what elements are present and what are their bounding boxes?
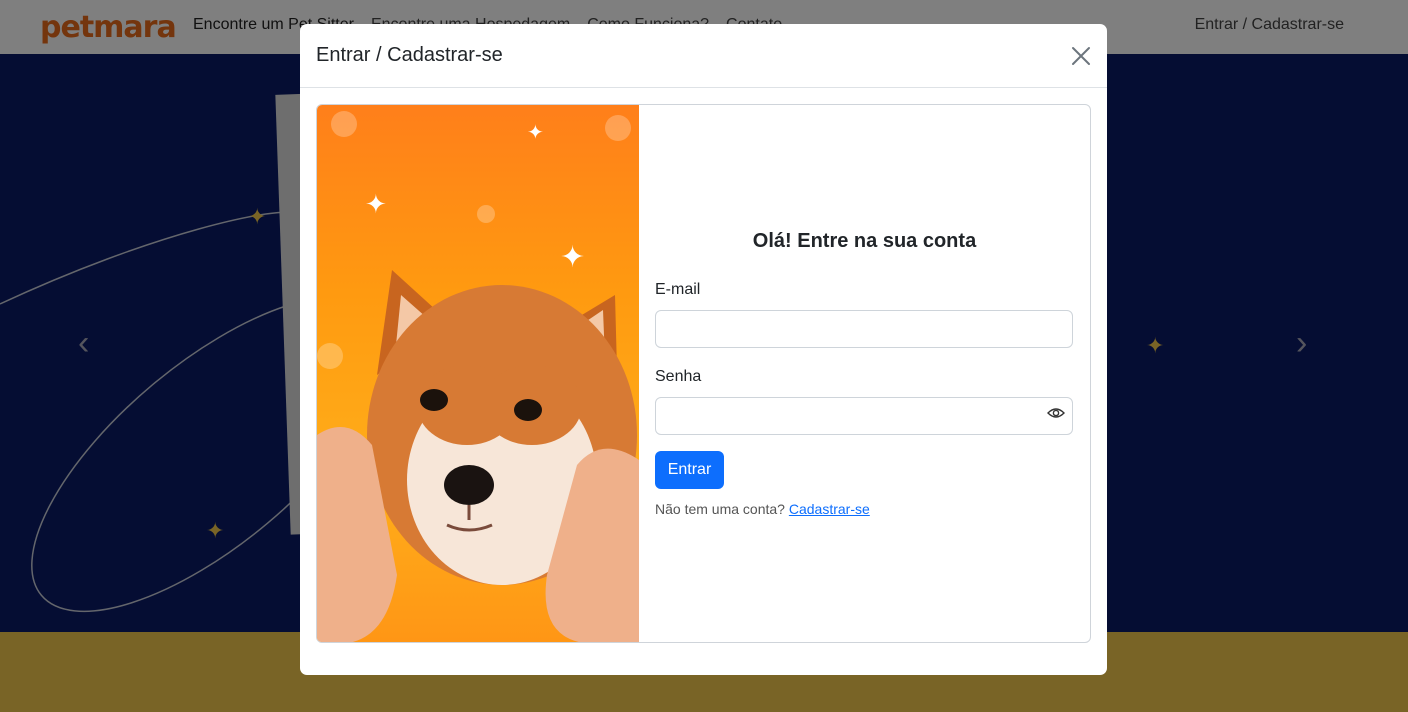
signup-prompt-text: Não tem uma conta?	[655, 501, 785, 517]
signup-link[interactable]: Cadastrar-se	[789, 501, 870, 517]
eye-icon[interactable]	[1047, 406, 1065, 420]
signup-prompt: Não tem uma conta? Cadastrar-se	[655, 501, 870, 517]
password-field[interactable]	[655, 397, 1073, 435]
modal-title: Entrar / Cadastrar-se	[316, 44, 503, 66]
email-field[interactable]	[655, 310, 1073, 348]
login-modal: Entrar / Cadastrar-se ✦ ✦ ✦ Olá! Entre n…	[300, 24, 1107, 675]
dog-face	[317, 270, 639, 642]
login-form: Olá! Entre na sua conta E-mail Senha Ent…	[639, 105, 1090, 642]
login-submit-button[interactable]: Entrar	[655, 451, 724, 489]
dog-illustration: ✦ ✦ ✦	[317, 105, 639, 642]
password-label: Senha	[655, 368, 702, 385]
form-heading: Olá! Entre na sua conta	[752, 230, 977, 252]
close-icon[interactable]	[1069, 44, 1093, 68]
login-card: ✦ ✦ ✦ Olá! Entre na sua conta E-mail Sen…	[316, 104, 1091, 643]
modal-header: Entrar / Cadastrar-se	[300, 24, 1107, 88]
page: petmara Encontre um Pet Sitter Encontre …	[0, 0, 1408, 712]
email-label: E-mail	[655, 281, 701, 298]
